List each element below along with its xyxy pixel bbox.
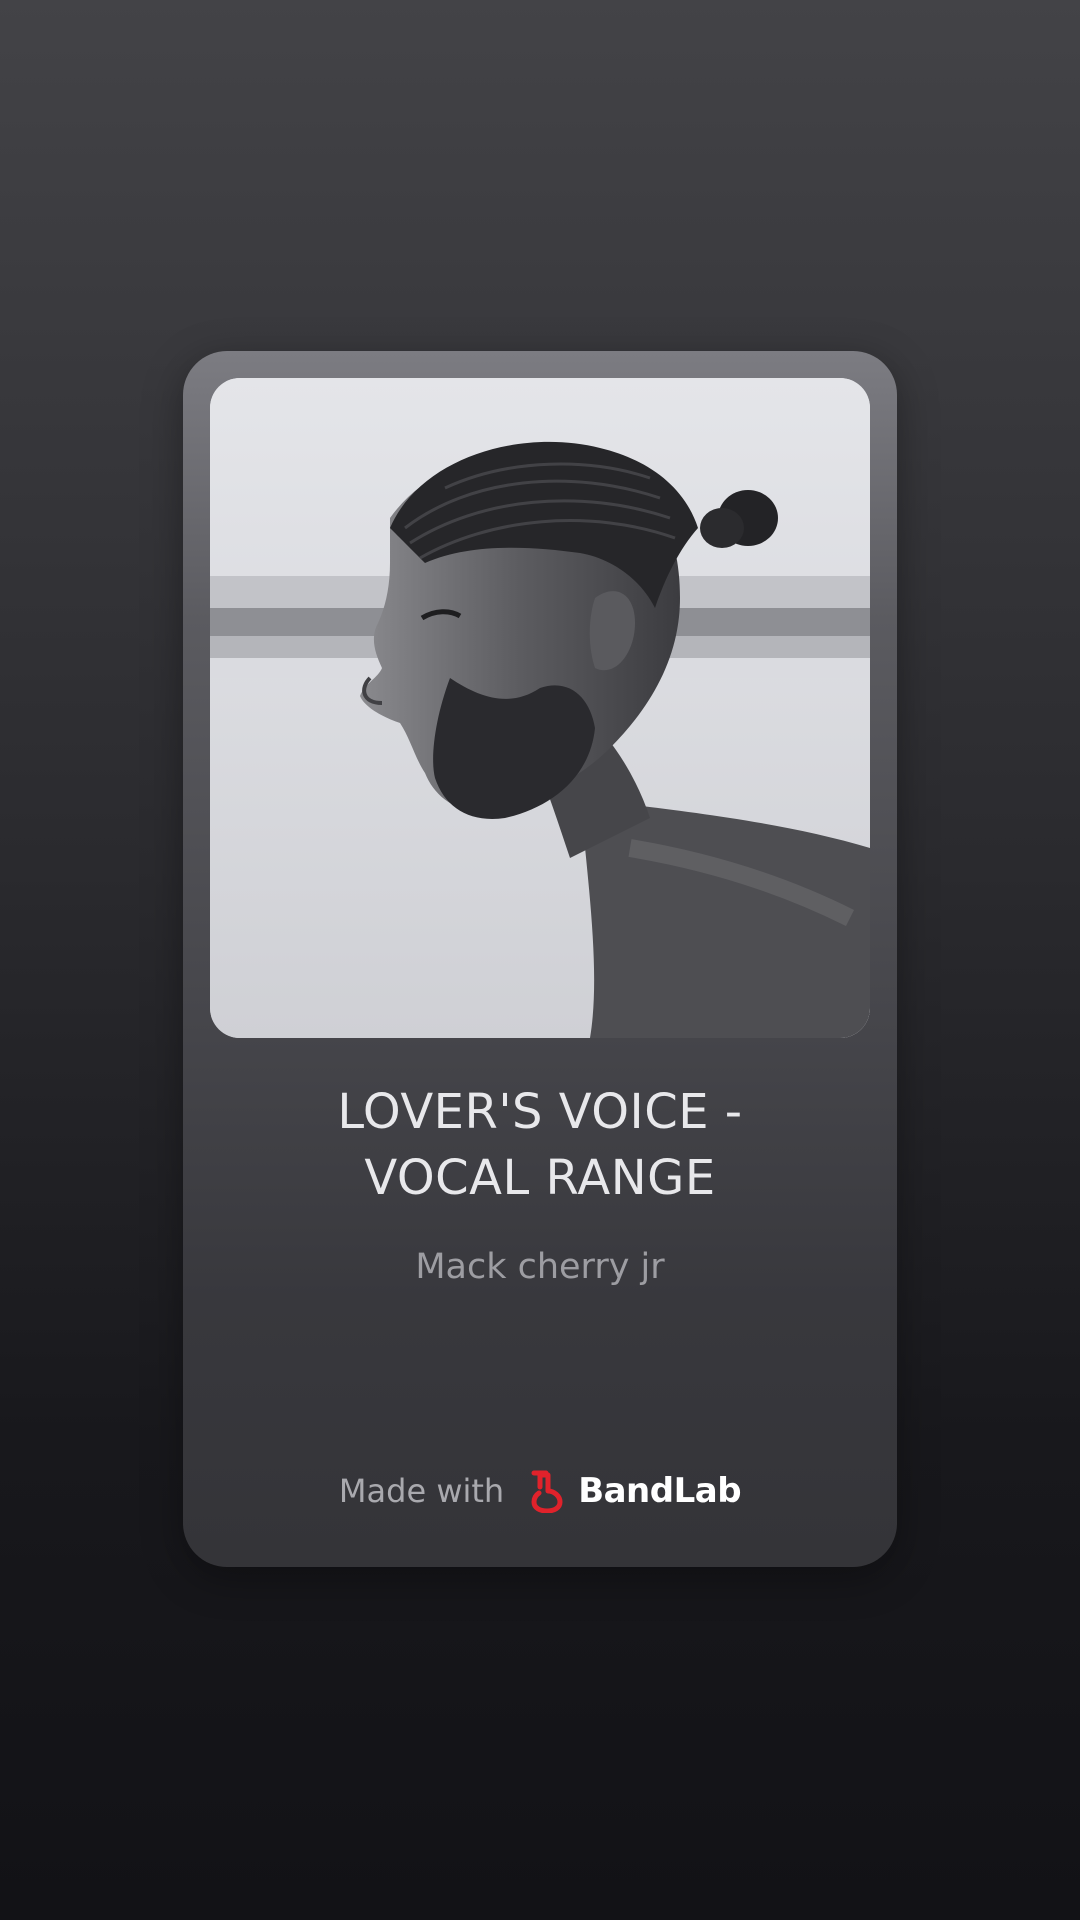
- made-with-bandlab: Made with BandLab: [183, 1466, 897, 1516]
- track-title-line-1: LOVER'S VOICE -: [337, 1084, 743, 1140]
- bandlab-wordmark: BandLab: [578, 1471, 742, 1511]
- track-title: LOVER'S VOICE - VOCAL RANGE: [203, 1079, 877, 1211]
- cover-artwork: [210, 378, 870, 1038]
- track-title-line-2: VOCAL RANGE: [364, 1150, 716, 1206]
- made-with-label: Made with: [338, 1472, 505, 1510]
- share-card: LOVER'S VOICE - VOCAL RANGE Mack cherry …: [183, 351, 897, 1567]
- artist-name: Mack cherry jr: [415, 1247, 665, 1287]
- bandlab-logo-icon: [526, 1469, 568, 1514]
